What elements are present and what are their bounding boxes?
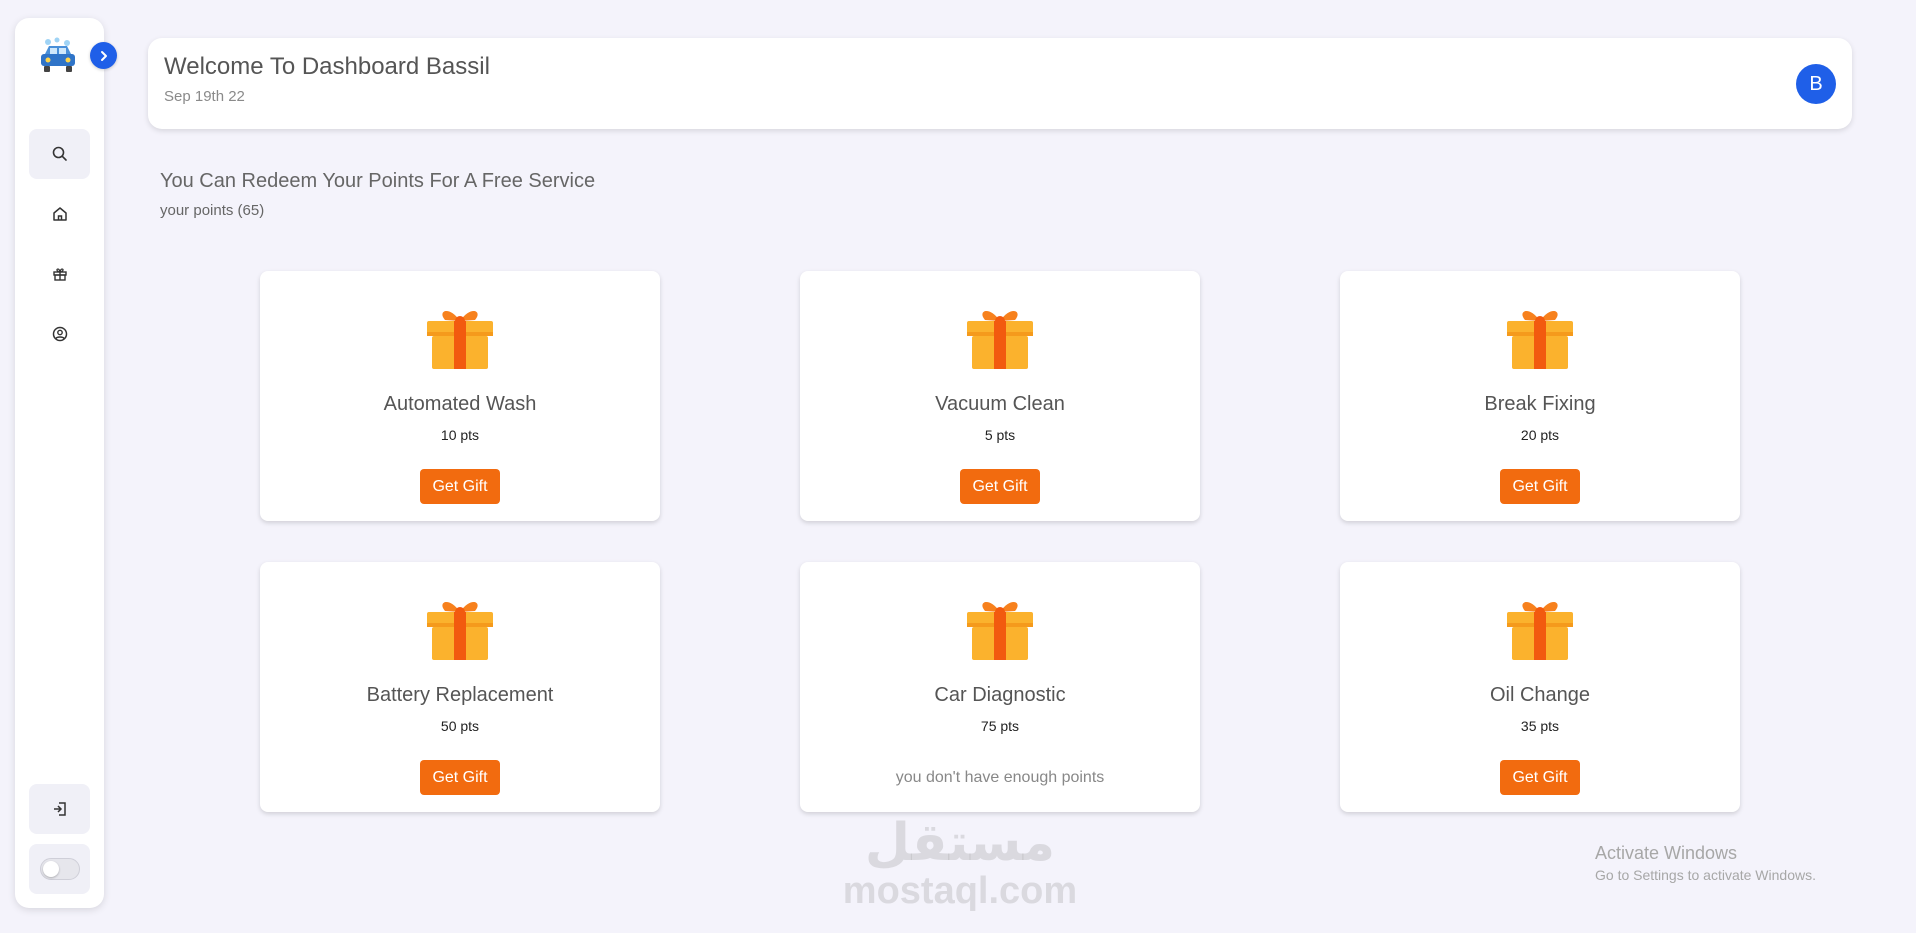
sidebar-item-home[interactable] [29, 189, 90, 239]
logout-icon [53, 802, 66, 816]
reward-points: 20 pts [1520, 427, 1560, 443]
reward-card-automated-wash: Automated Wash 10 pts Get Gift [260, 271, 660, 521]
header-date: Sep 19th 22 [164, 88, 245, 105]
reward-points: 50 pts [440, 718, 480, 734]
car-wash-logo [37, 36, 79, 74]
reward-card-vacuum-clean: Vacuum Clean 5 pts Get Gift [800, 271, 1200, 521]
activate-windows-title: Activate Windows [1595, 843, 1738, 863]
watermark-latin: mostaql.com [842, 870, 1078, 912]
reward-card-break-fixing: Break Fixing 20 pts Get Gift [1340, 271, 1740, 521]
gift-box-icon [965, 301, 1035, 371]
activate-windows-subtitle: Go to Settings to activate Windows. [1595, 867, 1816, 883]
reward-name: Oil Change [1489, 684, 1591, 706]
sidebar-item-gifts[interactable] [29, 249, 90, 299]
header-card: Welcome To Dashboard Bassil Sep 19th 22 … [148, 38, 1852, 129]
rewards-title: You Can Redeem Your Points For A Free Se… [160, 170, 596, 192]
activate-windows-notice: Activate Windows Go to Settings to activ… [1595, 843, 1816, 883]
avatar[interactable]: B [1796, 64, 1836, 104]
sidebar [15, 18, 117, 908]
insufficient-points-message: you don't have enough points [895, 769, 1105, 786]
reward-name: Car Diagnostic [934, 684, 1066, 706]
reward-card-car-diagnostic: Car Diagnostic 75 pts you don't have eno… [800, 562, 1200, 812]
gift-box-icon [425, 301, 495, 371]
get-gift-button[interactable]: Get Gift [1500, 469, 1580, 504]
mostaql-watermark: مستقل mostaql.com [840, 815, 1080, 911]
reward-name: Break Fixing [1484, 393, 1596, 415]
toggle-knob [42, 861, 59, 877]
get-gift-button[interactable]: Get Gift [420, 469, 500, 504]
logout-button[interactable] [29, 784, 90, 834]
get-gift-button[interactable]: Get Gift [960, 469, 1040, 504]
reward-points: 5 pts [984, 427, 1016, 443]
reward-name: Automated Wash [383, 393, 537, 415]
theme-toggle-container [29, 844, 90, 894]
reward-points: 75 pts [980, 718, 1020, 734]
page-title: Welcome To Dashboard Bassil [164, 53, 490, 80]
reward-card-battery-replacement: Battery Replacement 50 pts Get Gift [260, 562, 660, 812]
sidebar-expand-button[interactable] [90, 42, 117, 69]
gift-box-icon [1505, 301, 1575, 371]
watermark-arabic: مستقل [864, 813, 1056, 873]
search-icon [52, 146, 67, 161]
theme-toggle[interactable] [39, 858, 80, 880]
get-gift-button[interactable]: Get Gift [420, 760, 500, 795]
reward-points: 10 pts [440, 427, 480, 443]
user-circle-icon [52, 326, 67, 342]
gift-icon [52, 268, 67, 281]
gift-box-icon [1505, 592, 1575, 662]
reward-card-oil-change: Oil Change 35 pts Get Gift [1340, 562, 1740, 812]
home-icon [52, 207, 67, 221]
sidebar-item-search[interactable] [29, 129, 90, 179]
reward-name: Battery Replacement [366, 684, 554, 706]
reward-name: Vacuum Clean [935, 393, 1065, 415]
points-balance: your points (65) [160, 202, 265, 219]
sidebar-item-profile[interactable] [29, 309, 90, 359]
chevron-right-icon [100, 50, 107, 61]
gift-box-icon [425, 592, 495, 662]
get-gift-button[interactable]: Get Gift [1500, 760, 1580, 795]
reward-points: 35 pts [1520, 718, 1560, 734]
gift-box-icon [965, 592, 1035, 662]
